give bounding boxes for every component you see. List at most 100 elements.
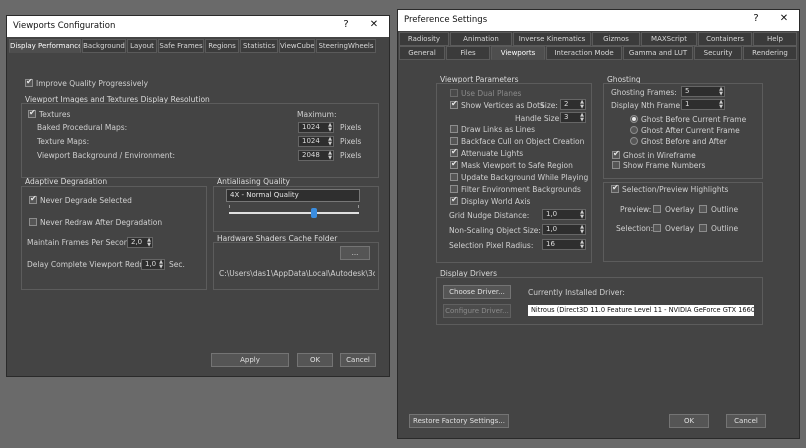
show-frame-numbers-checkbox[interactable] — [612, 161, 620, 169]
tab-viewports[interactable]: Viewports — [491, 46, 545, 60]
tab-display-performance[interactable]: Display Performance — [9, 39, 81, 53]
tab-viewcube[interactable]: ViewCube — [279, 39, 315, 53]
attenuate-lights-checkbox[interactable] — [450, 147, 458, 157]
spinner-arrows-icon[interactable]: ▲ ▼ — [328, 123, 332, 133]
help-button[interactable]: ? — [337, 19, 355, 30]
tab-gizmos[interactable]: Gizmos — [592, 32, 640, 46]
spinner-arrows-icon[interactable]: ▲ ▼ — [719, 100, 723, 110]
tab-interaction-mode[interactable]: Interaction Mode — [546, 46, 622, 60]
show-vertices-checkbox[interactable] — [450, 99, 458, 109]
selection-overlay-checkbox[interactable] — [653, 224, 661, 232]
baked-procedural-unit: Pixels — [340, 123, 362, 132]
title-bar: Preference Settings ? ✕ — [398, 10, 799, 31]
tab-maxscript[interactable]: MAXScript — [641, 32, 697, 46]
maintain-fps-label: Maintain Frames Per Second: — [27, 238, 136, 247]
antialias-quality-field[interactable]: 4X - Normal Quality — [226, 189, 360, 202]
non-scaling-spinner[interactable]: 1,0 ▲ ▼ — [542, 224, 586, 235]
cancel-button[interactable]: Cancel — [726, 414, 766, 428]
tab-files[interactable]: Files — [446, 46, 490, 60]
spinner-arrows-icon[interactable]: ▲ ▼ — [580, 225, 584, 235]
window-title: Preference Settings — [404, 15, 488, 25]
tab-animation[interactable]: Animation — [450, 32, 512, 46]
tab-inverse-kinematics[interactable]: Inverse Kinematics — [513, 32, 591, 46]
close-icon[interactable]: ✕ — [775, 13, 793, 24]
ghost-after-radio[interactable] — [630, 126, 638, 134]
spinner-arrows-icon[interactable]: ▲ ▼ — [580, 100, 584, 110]
tab-layout[interactable]: Layout — [127, 39, 157, 53]
preview-outline-checkbox[interactable] — [699, 205, 707, 213]
maintain-fps-spinner[interactable]: 2,0 ▲ ▼ — [127, 237, 153, 248]
mask-viewport-checkbox[interactable] — [450, 159, 458, 169]
baked-procedural-spinner[interactable]: 1024 ▲ ▼ — [298, 122, 334, 133]
mask-viewport-label: Mask Viewport to Safe Region — [461, 161, 573, 170]
window-title: Viewports Configuration — [13, 21, 116, 31]
tab-background[interactable]: Background — [82, 39, 126, 53]
configure-driver-button[interactable]: Configure Driver... — [443, 304, 511, 318]
spinner-arrows-icon[interactable]: ▲ ▼ — [328, 137, 332, 147]
help-button[interactable]: ? — [747, 13, 765, 24]
tab-containers[interactable]: Containers — [698, 32, 752, 46]
ok-button[interactable]: OK — [297, 353, 333, 367]
highlights-checkbox[interactable] — [611, 183, 619, 193]
apply-button[interactable]: Apply — [211, 353, 289, 367]
ok-button[interactable]: OK — [669, 414, 709, 428]
antialias-slider[interactable] — [229, 204, 359, 218]
ghosting-frames-spinner[interactable]: 5 ▲ ▼ — [681, 86, 725, 97]
update-background-checkbox[interactable] — [450, 173, 458, 181]
selection-outline-checkbox[interactable] — [699, 224, 707, 232]
textures-checkbox[interactable] — [28, 108, 36, 118]
show-vertices-label: Show Vertices as Dots — [461, 101, 545, 110]
preview-label: Preview: — [620, 205, 652, 214]
filter-environment-checkbox[interactable] — [450, 185, 458, 193]
backface-cull-checkbox[interactable] — [450, 137, 458, 145]
size-spinner[interactable]: 2 ▲ ▼ — [560, 99, 586, 110]
tab-security[interactable]: Security — [694, 46, 742, 60]
ghost-both-radio[interactable] — [630, 137, 638, 145]
never-redraw-checkbox[interactable] — [29, 218, 37, 226]
texture-maps-spinner[interactable]: 1024 ▲ ▼ — [298, 136, 334, 147]
preview-overlay-checkbox[interactable] — [653, 205, 661, 213]
tab-gamma-and-lut[interactable]: Gamma and LUT — [623, 46, 693, 60]
restore-factory-button[interactable]: Restore Factory Settings... — [409, 414, 509, 428]
grid-nudge-spinner[interactable]: 1,0 ▲ ▼ — [542, 209, 586, 220]
improve-quality-checkbox[interactable] — [25, 77, 33, 87]
choose-driver-button[interactable]: Choose Driver... — [443, 285, 511, 299]
selection-pixel-spinner[interactable]: 16 ▲ ▼ — [542, 239, 586, 250]
delay-redraw-spinner[interactable]: 1,0 ▲ ▼ — [141, 259, 165, 270]
spinner-arrows-icon[interactable]: ▲ ▼ — [147, 238, 151, 248]
tab-rendering[interactable]: Rendering — [743, 46, 797, 60]
grid-nudge-label: Grid Nudge Distance: — [449, 211, 530, 220]
spinner-arrows-icon[interactable]: ▲ ▼ — [580, 113, 584, 123]
display-nth-label: Display Nth Frame: — [611, 101, 683, 110]
tab-statistics[interactable]: Statistics — [240, 39, 278, 53]
slider-thumb[interactable] — [311, 208, 317, 218]
tab-safe-frames[interactable]: Safe Frames — [158, 39, 204, 53]
cancel-button[interactable]: Cancel — [340, 353, 376, 367]
never-degrade-checkbox[interactable] — [29, 194, 37, 204]
ghost-after-label: Ghost After Current Frame — [641, 126, 740, 135]
textures-label: Textures — [39, 110, 71, 119]
spinner-arrows-icon[interactable]: ▲ ▼ — [580, 240, 584, 250]
use-dual-planes-checkbox[interactable] — [450, 89, 458, 97]
handle-size-spinner[interactable]: 3 ▲ ▼ — [560, 112, 586, 123]
spinner-arrows-icon[interactable]: ▲ ▼ — [580, 210, 584, 220]
tab-regions[interactable]: Regions — [205, 39, 239, 53]
installed-driver-field: Nitrous (Direct3D 11.0 Feature Level 11 … — [527, 304, 755, 317]
tab-radiosity[interactable]: Radiosity — [399, 32, 449, 46]
viewport-background-unit: Pixels — [340, 151, 362, 160]
tab-steeringwheels[interactable]: SteeringWheels — [316, 39, 376, 53]
tab-general[interactable]: General — [399, 46, 445, 60]
tab-help[interactable]: Help — [753, 32, 797, 46]
display-nth-spinner[interactable]: 1 ▲ ▼ — [681, 99, 725, 110]
viewport-background-spinner[interactable]: 2048 ▲ ▼ — [298, 150, 334, 161]
draw-links-checkbox[interactable] — [450, 125, 458, 133]
spinner-arrows-icon[interactable]: ▲ ▼ — [719, 87, 723, 97]
spinner-arrows-icon[interactable]: ▲ ▼ — [159, 260, 163, 270]
ghost-wireframe-checkbox[interactable] — [612, 149, 620, 159]
display-world-axis-checkbox[interactable] — [450, 195, 458, 205]
close-icon[interactable]: ✕ — [365, 19, 383, 30]
spinner-arrows-icon[interactable]: ▲ ▼ — [328, 151, 332, 161]
browse-button[interactable]: ... — [340, 246, 370, 260]
preview-outline-label: Outline — [711, 205, 739, 214]
ghost-before-radio[interactable] — [630, 115, 638, 123]
